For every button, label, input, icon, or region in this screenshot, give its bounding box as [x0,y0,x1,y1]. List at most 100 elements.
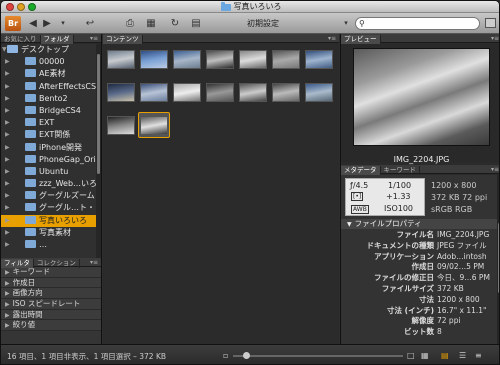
filter-category[interactable]: ▶ 画像方向 [1,288,101,300]
workspace-dropdown-icon[interactable]: ▾ [341,17,351,30]
folder-item[interactable]: ▶ iPhone開発 [1,142,97,154]
image-thumbnail[interactable] [138,112,170,138]
tab-keywords[interactable]: キーワード [381,166,420,175]
tab-metadata[interactable]: メタデータ [341,166,381,175]
list-view-icon[interactable]: ≡ [475,351,482,361]
folder-item[interactable]: ▶ EXT [1,117,97,129]
search-input[interactable]: ⚲ [355,17,480,30]
tab-collections[interactable]: コレクション [34,259,80,268]
panel-menu-icon[interactable]: ▾≡ [90,258,98,267]
details-view-icon[interactable]: ☰ [459,351,466,361]
grid-view-icon[interactable]: ▦ [421,351,429,361]
disclosure-open-icon[interactable]: ▼ [2,44,7,56]
disclosure-icon[interactable]: ▶ [5,68,10,80]
goto-parent-icon[interactable]: ↩ [81,17,99,30]
folder-item[interactable]: ▶ BridgeCS4 [1,105,97,117]
filter-category[interactable]: ▶ キーワード [1,267,101,278]
folder-item[interactable]: ▶ Ubuntu [1,166,97,178]
image-thumbnail[interactable] [204,46,236,72]
open-recent-icon[interactable]: ▤ [188,17,204,30]
slider-knob[interactable] [243,352,250,359]
disclosure-icon[interactable]: ▶ [5,227,10,239]
folder-item[interactable]: ▶ AE素材 [1,68,97,80]
minimize-window-button[interactable] [17,3,25,11]
image-thumbnail[interactable] [270,46,302,72]
disclosure-icon[interactable]: ▶ [5,81,10,93]
disclosure-icon[interactable]: ▶ [5,178,10,190]
image-thumbnail[interactable] [138,46,170,72]
refine-icon[interactable]: ▦ [143,17,159,30]
disclosure-icon[interactable]: ▶ [5,166,10,178]
disclosure-icon[interactable]: ▶ [5,154,10,166]
folder-item[interactable]: ▶… [1,239,97,251]
image-thumbnail[interactable] [270,79,302,105]
folder-item[interactable]: ▶ AfterEffectsCS [1,81,97,93]
filter-category[interactable]: ▶ 作成日 [1,277,101,289]
back-arrow-icon[interactable]: ◀ [27,17,39,30]
tab-preview[interactable]: プレビュー [341,35,381,44]
panel-menu-icon[interactable]: ▾≡ [491,165,499,174]
disclosure-icon[interactable]: ▶ [5,142,10,154]
thumb-large-icon[interactable]: □ [407,351,415,361]
image-thumbnail[interactable] [303,46,335,72]
camera-import-icon[interactable]: ⎙ [122,17,138,30]
file-properties-header[interactable]: ▼ ファイルプロパティ [341,219,497,229]
disclosure-icon[interactable]: ▶ [5,117,10,129]
rotate-icon[interactable]: ↻ [169,17,181,30]
image-thumbnail[interactable] [237,79,269,105]
folder-item[interactable]: ▶ 写真いろいろ [1,214,97,227]
folder-item[interactable]: ▶ グーグルズーム [1,190,97,202]
filter-category[interactable]: ▶ 絞り値 [1,320,101,332]
close-window-button[interactable] [6,3,14,11]
image-thumbnail[interactable] [303,79,335,105]
disclosure-icon[interactable]: ▶ [5,129,10,141]
disclosure-icon[interactable]: ▶ [5,215,10,227]
image-thumbnail[interactable] [105,79,137,105]
image-thumbnail[interactable] [105,112,137,138]
thumbnail-view-icon[interactable]: ▤ [441,351,449,361]
folder-item[interactable]: ▼ デスクトップ [1,44,97,56]
image-thumbnail[interactable] [204,79,236,105]
disclosure-icon[interactable]: ▶ [5,93,10,105]
panel-menu-icon[interactable]: ▾≡ [491,34,499,43]
forward-arrow-icon[interactable]: ▶ [41,17,53,30]
history-dropdown-icon[interactable]: ▾ [57,17,69,30]
toolbar-toggle-button[interactable] [485,18,496,28]
image-thumbnail[interactable] [237,46,269,72]
panel-menu-icon[interactable]: ▾≡ [90,34,98,43]
status-bar: 16 項目、1 項目非表示、1 項目選択 – 372 KB ▫ □ ▦ ▤ ☰ … [1,344,499,364]
filter-category[interactable]: ▶ 露出時間 [1,309,101,321]
image-thumbnail[interactable] [105,46,137,72]
thumbnail-size-slider[interactable] [233,352,403,359]
disclosure-icon[interactable]: ▶ [5,56,10,68]
image-thumbnail[interactable] [171,46,203,72]
preview-tabs: プレビュー ▾≡ [341,34,499,44]
workspace-selector[interactable]: 初期設定 [247,17,279,30]
disclosure-icon[interactable]: ▶ [5,202,10,214]
folder-item[interactable]: ▶ 00000 [1,56,97,68]
tab-content[interactable]: コンテンツ [103,35,143,44]
thumb-small-icon[interactable]: ▫ [223,351,228,361]
panel-menu-icon[interactable]: ▾≡ [328,34,336,43]
folder-item[interactable]: ▶ EXT関係 [1,129,97,141]
zoom-window-button[interactable] [28,3,36,11]
folder-scrollbar[interactable] [96,44,101,262]
tab-favorites[interactable]: お気に入り [1,35,41,44]
folder-item[interactable]: ▶ zzz_Web…いろ [1,178,97,190]
folder-item[interactable]: ▶ PhoneGap_Ori [1,154,97,166]
disclosure-icon[interactable]: ▶ [5,190,10,202]
preview-image[interactable] [353,48,490,146]
folder-item[interactable]: ▶ Bento2 [1,93,97,105]
image-thumbnail[interactable] [171,79,203,105]
folder-item[interactable]: ▶ グーグル…ト・ビ [1,202,97,214]
disclosure-icon[interactable]: ▶ [5,239,10,251]
bridge-logo-button[interactable]: Br [5,16,21,31]
folder-item[interactable]: ▶ 写真素材 [1,227,97,239]
filter-category[interactable]: ▶ ISO スピードレート [1,299,101,310]
tab-folders[interactable]: フォルダ [40,35,74,44]
folder-icon [25,215,36,224]
folder-icon [25,142,36,151]
image-thumbnail[interactable] [138,79,170,105]
disclosure-icon[interactable]: ▶ [5,105,10,117]
tab-filter[interactable]: フィルタ [1,259,34,268]
